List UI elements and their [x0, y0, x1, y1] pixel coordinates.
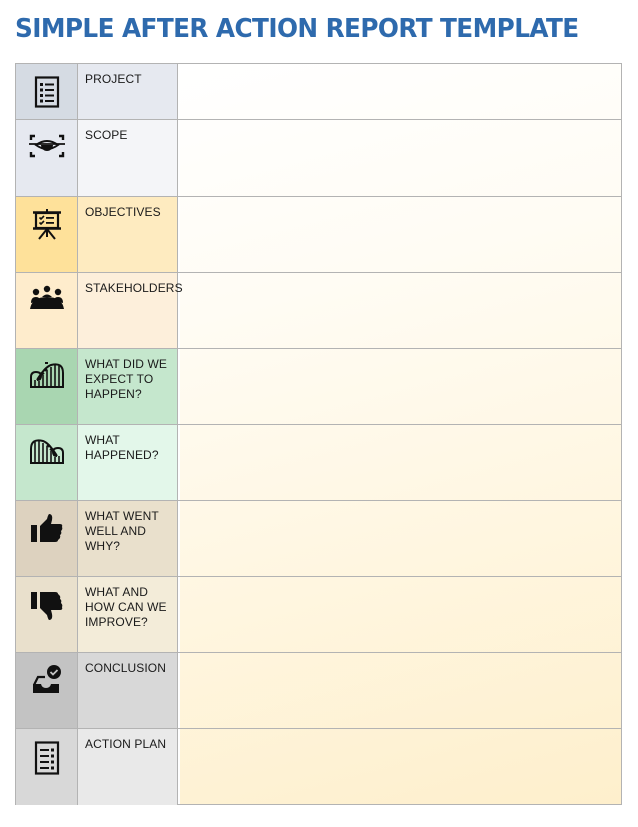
checklist-icon — [34, 76, 59, 108]
happened-input-cell[interactable] — [178, 425, 621, 501]
icon-cell — [16, 197, 78, 273]
row-scope: SCOPE — [16, 119, 621, 197]
icon-cell — [16, 64, 78, 119]
row-label: WHAT HAPPENED? — [85, 433, 159, 462]
row-label-cell: WHAT AND HOW CAN WE IMPROVE? — [78, 577, 178, 653]
stakeholders-input-cell[interactable] — [178, 273, 621, 349]
row-label-cell: SCOPE — [78, 120, 178, 197]
expected-input-cell[interactable] — [178, 349, 621, 425]
row-label-cell: WHAT HAPPENED? — [78, 425, 178, 501]
report-table: PROJECT SCOPE OBJECTIVES STAKEHOLDERS WH… — [15, 63, 622, 805]
went-well-input-cell[interactable] — [178, 501, 621, 577]
row-stakeholders: STAKEHOLDERS — [16, 272, 621, 349]
icon-cell — [16, 273, 78, 349]
row-label-cell: WHAT DID WE EXPECT TO HAPPEN? — [78, 349, 178, 425]
row-label: WHAT WENT WELL AND WHY? — [85, 509, 159, 553]
row-label: WHAT AND HOW CAN WE IMPROVE? — [85, 585, 167, 629]
icon-cell — [16, 577, 78, 653]
row-conclusion: CONCLUSION — [16, 652, 621, 729]
objectives-input-cell[interactable] — [178, 197, 621, 273]
row-label-cell: STAKEHOLDERS — [78, 273, 183, 349]
row-label-cell: PROJECT — [78, 64, 178, 119]
thumbs-down-icon — [30, 592, 62, 620]
row-went-well: WHAT WENT WELL AND WHY? — [16, 500, 621, 577]
roller-coaster-reverse-icon — [29, 439, 64, 464]
icon-cell — [16, 425, 78, 501]
icon-cell — [16, 501, 78, 577]
row-label: OBJECTIVES — [85, 205, 161, 219]
page-title: SIMPLE AFTER ACTION REPORT TEMPLATE — [15, 14, 579, 44]
row-improve: WHAT AND HOW CAN WE IMPROVE? — [16, 576, 621, 653]
row-label: SCOPE — [85, 128, 128, 142]
row-label-cell: OBJECTIVES — [78, 197, 178, 273]
presentation-board-icon — [32, 209, 61, 240]
row-label-cell: WHAT WENT WELL AND WHY? — [78, 501, 178, 577]
action-list-icon — [34, 741, 59, 775]
row-label-cell: CONCLUSION — [78, 653, 178, 729]
conclusion-input-cell[interactable] — [178, 653, 621, 729]
row-label: STAKEHOLDERS — [85, 281, 183, 295]
icon-cell — [16, 729, 78, 805]
inbox-check-icon — [32, 665, 61, 693]
eye-scan-icon — [28, 134, 65, 158]
action-plan-input-cell[interactable] — [178, 729, 621, 805]
icon-cell — [16, 349, 78, 425]
scope-input-cell[interactable] — [178, 120, 621, 197]
row-label: WHAT DID WE EXPECT TO HAPPEN? — [85, 357, 167, 401]
roller-coaster-icon — [29, 362, 64, 388]
row-happened: WHAT HAPPENED? — [16, 424, 621, 501]
row-action-plan: ACTION PLAN — [16, 728, 621, 805]
group-meeting-icon — [29, 285, 64, 309]
row-label: CONCLUSION — [85, 661, 167, 675]
row-label: ACTION PLAN — [85, 737, 167, 751]
icon-cell — [16, 120, 78, 197]
row-objectives: OBJECTIVES — [16, 196, 621, 273]
row-label-cell: ACTION PLAN — [78, 729, 178, 805]
row-label: PROJECT — [85, 72, 142, 86]
row-project: PROJECT — [16, 64, 621, 119]
row-expected: WHAT DID WE EXPECT TO HAPPEN? — [16, 348, 621, 425]
thumbs-up-icon — [30, 514, 62, 542]
icon-cell — [16, 653, 78, 729]
improve-input-cell[interactable] — [178, 577, 621, 653]
project-input-cell[interactable] — [178, 64, 621, 119]
